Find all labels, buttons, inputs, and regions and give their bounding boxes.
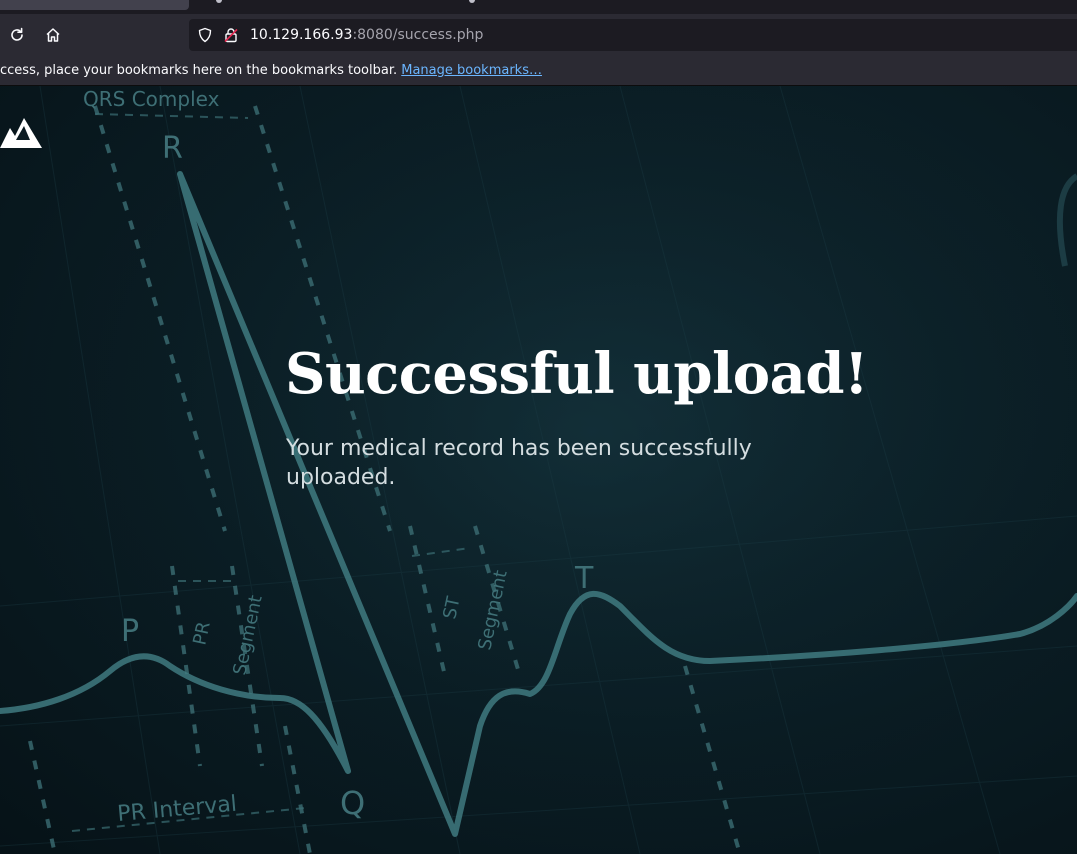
label-r: R <box>162 131 183 166</box>
upload-message: Your medical record has been successfull… <box>286 436 752 490</box>
reload-button[interactable] <box>4 22 30 48</box>
site-security-button[interactable] <box>221 25 241 45</box>
label-q: Q <box>340 784 365 822</box>
bookmarks-hint: ccess, place your bookmarks here on the … <box>0 63 402 78</box>
page-content: QRS Complex R P T Q PR Interval PR Segme… <box>0 86 1077 854</box>
url-bar[interactable]: 10.129.166.93:8080/success.php <box>189 19 1077 51</box>
url-host: 10.129.166.93 <box>250 27 353 43</box>
browser-window: 10.129.166.93:8080/success.php ccess, pl… <box>0 0 1077 854</box>
tab-fragment <box>469 0 475 3</box>
bookmarks-message: ccess, place your bookmarks here on the … <box>0 62 542 79</box>
shield-icon <box>198 27 212 43</box>
home-button[interactable] <box>40 22 66 48</box>
manage-bookmarks-link[interactable]: Manage bookmarks… <box>401 63 542 78</box>
url-path: :8080/success.php <box>352 27 484 43</box>
page-title: Successful upload! <box>285 341 869 407</box>
url-text[interactable]: 10.129.166.93:8080/success.php <box>250 26 483 44</box>
active-tab[interactable] <box>0 0 189 10</box>
label-t: T <box>574 561 594 596</box>
navigation-toolbar: 10.129.166.93:8080/success.php <box>0 14 1077 56</box>
insecure-lock-icon <box>224 28 238 43</box>
home-icon <box>46 28 60 42</box>
label-qrs-complex: QRS Complex <box>83 87 220 111</box>
tracking-protection-button[interactable] <box>195 25 215 45</box>
site-logo[interactable] <box>0 118 42 148</box>
label-p: P <box>121 614 139 649</box>
bookmarks-toolbar: ccess, place your bookmarks here on the … <box>0 56 1077 86</box>
tab-strip <box>0 0 1077 14</box>
tab-fragment <box>216 0 222 3</box>
reload-icon <box>11 27 23 41</box>
